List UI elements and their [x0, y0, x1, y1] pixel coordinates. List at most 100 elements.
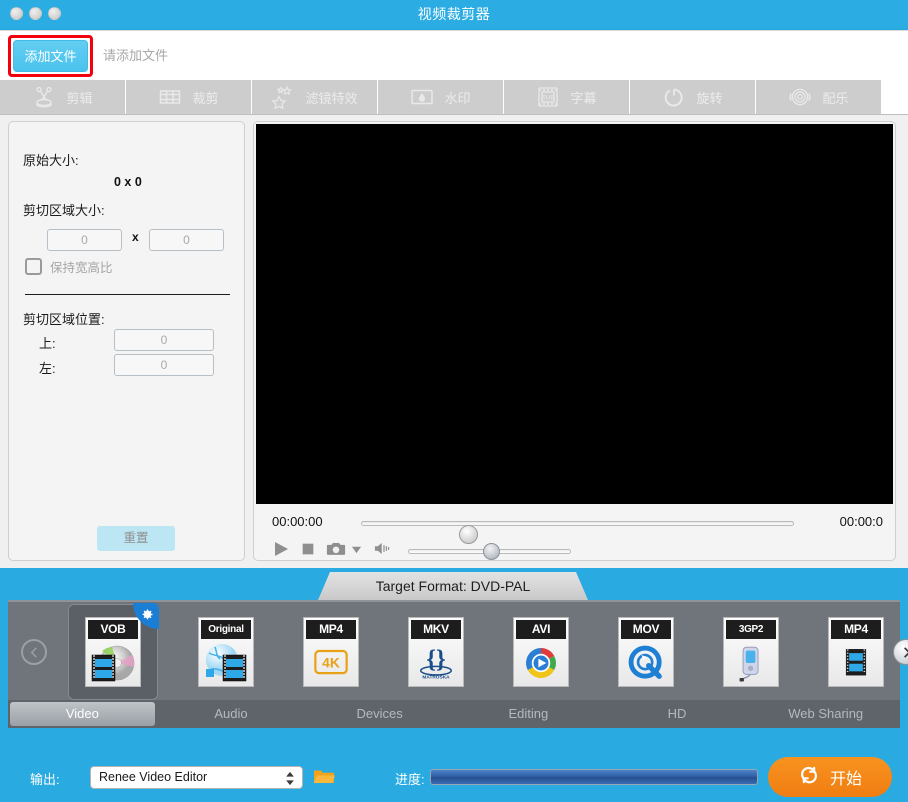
tool-tab-soundtrack[interactable]: 配乐 [756, 80, 882, 114]
format-caption: AVI [516, 620, 566, 639]
format-item-mov[interactable]: MOV [609, 611, 683, 693]
format-caption: 3GP2 [726, 620, 776, 639]
crop-size-label: 剪切区域大小: [23, 203, 105, 218]
format-artwork [829, 640, 883, 686]
panel-divider [25, 294, 230, 295]
seek-slider[interactable] [361, 521, 794, 544]
keep-aspect-ratio-label: 保持宽高比 [50, 261, 113, 275]
keep-aspect-ratio-row[interactable]: 保持宽高比 [25, 257, 113, 276]
play-icon[interactable] [272, 540, 290, 563]
format-item-original[interactable]: Original [189, 611, 263, 693]
category-tab-editing[interactable]: Editing [456, 702, 601, 726]
svg-text:4K: 4K [322, 656, 340, 671]
title-bar: 视频裁剪器 [0, 0, 908, 28]
tool-tab-crop-label: 裁剪 [192, 90, 219, 106]
stop-icon[interactable] [300, 541, 316, 562]
category-tab-web-sharing[interactable]: Web Sharing [753, 702, 898, 726]
add-file-highlight: 添加文件 [8, 35, 93, 77]
format-item-mkv[interactable]: MKV {} MATROSKA [399, 611, 473, 693]
add-file-hint: 请添加文件 [103, 48, 169, 63]
crop-height-input[interactable]: 0 [149, 229, 224, 251]
category-tab-audio[interactable]: Audio [159, 702, 304, 726]
seek-row: 00:00:00 00:00:0 [256, 510, 893, 544]
chevron-right-icon[interactable] [893, 639, 908, 665]
tool-tab-subtitle[interactable]: SUB 字幕 [504, 80, 630, 114]
start-button[interactable]: 开始 [768, 757, 892, 797]
format-item-avi[interactable]: AVI [504, 611, 578, 693]
format-category-tabs: Video Audio Devices Editing HD Web Shari… [8, 700, 900, 728]
format-artwork: 4K [304, 640, 358, 686]
crop-left-label: 左: [39, 361, 56, 376]
category-tab-hd[interactable]: HD [605, 702, 750, 726]
watermark-drop-icon [410, 85, 434, 109]
camera-icon[interactable] [326, 540, 346, 562]
video-display[interactable] [256, 124, 893, 504]
mp4-film-icon: MP4 [828, 617, 884, 687]
folder-icon[interactable] [313, 767, 335, 790]
volume-slider-thumb[interactable] [483, 542, 500, 560]
progress-bar-fill [431, 770, 757, 784]
format-caption: MP4 [306, 620, 356, 639]
crop-size-separator: x [132, 230, 139, 244]
keep-aspect-ratio-checkbox[interactable] [25, 258, 42, 275]
format-item-3gp2[interactable]: 3GP2 [714, 611, 788, 693]
category-tab-devices[interactable]: Devices [307, 702, 452, 726]
tool-tab-watermark[interactable]: 水印 [378, 80, 504, 114]
speaker-icon[interactable] [374, 541, 394, 561]
category-tab-video[interactable]: Video [10, 702, 155, 726]
tool-tab-rotate[interactable]: 旋转 [630, 80, 756, 114]
crop-width-input[interactable]: 0 [47, 229, 122, 251]
format-item-mp4-4k[interactable]: MP4 4K [294, 611, 368, 693]
current-time-label: 00:00:00 [272, 514, 323, 529]
format-artwork [514, 640, 568, 686]
progress-label: 进度: [395, 772, 425, 787]
format-caption: VOB [88, 620, 138, 639]
output-select[interactable]: Renee Video Editor [90, 766, 303, 789]
format-caption: Original [201, 620, 251, 639]
crop-position-label: 剪切区域位置: [23, 312, 105, 327]
subtitle-film-icon: SUB [536, 85, 560, 109]
tool-tab-filter[interactable]: 滤镜特效 [252, 80, 378, 114]
mov-quicktime-icon: MOV [618, 617, 674, 687]
reset-button[interactable]: 重置 [97, 526, 175, 551]
avi-wheel-icon: AVI [513, 617, 569, 687]
format-item-mp4-film[interactable]: MP4 [819, 611, 893, 693]
scissors-icon [32, 85, 56, 109]
crop-top-input[interactable]: 0 [114, 329, 214, 351]
playback-controls [256, 540, 893, 562]
tool-tab-watermark-label: 水印 [444, 90, 471, 106]
crop-settings-panel: 原始大小: 0 x 0 剪切区域大小: 0 x 0 保持宽高比 剪切区域位置: … [8, 121, 245, 561]
original-size-label: 原始大小: [23, 153, 79, 168]
tool-tab-crop[interactable]: 裁剪 [126, 80, 252, 114]
format-carousel: VOB Original MP4 4K MKV {} MATROSKA AVI … [8, 602, 908, 702]
audio-target-icon [788, 85, 812, 109]
tool-tab-clip-label: 剪辑 [66, 90, 93, 106]
vob-disc-icon: VOB [85, 617, 141, 687]
format-caption: MP4 [831, 620, 881, 639]
chevron-left-icon[interactable] [21, 639, 47, 665]
stars-icon [271, 85, 295, 110]
volume-slider[interactable] [408, 542, 571, 560]
target-format-tab[interactable]: Target Format: DVD-PAL [318, 572, 588, 600]
format-caption: MKV [411, 620, 461, 639]
original-globe-icon: Original [198, 617, 254, 687]
format-items: VOB Original MP4 4K MKV {} MATROSKA AVI … [68, 603, 893, 700]
progress-bar [430, 769, 758, 785]
mkv-matroska-icon: MKV {} MATROSKA [408, 617, 464, 687]
tool-tab-clip[interactable]: 剪辑 [0, 80, 126, 114]
svg-text:{}: {} [426, 646, 446, 673]
format-artwork [619, 640, 673, 686]
add-file-button[interactable]: 添加文件 [13, 40, 88, 72]
svg-text:SUB: SUB [542, 95, 555, 102]
total-time-label: 00:00:0 [839, 514, 883, 529]
crop-left-input[interactable]: 0 [114, 354, 214, 376]
tool-tab-rotate-label: 旋转 [696, 90, 723, 106]
format-item-vob[interactable]: VOB [68, 603, 159, 700]
file-bar: 添加文件 请添加文件 [0, 30, 908, 80]
chevron-down-icon[interactable] [351, 542, 362, 560]
crop-top-label: 上: [39, 336, 56, 351]
format-selection-panel: VOB Original MP4 4K MKV {} MATROSKA AVI … [8, 600, 908, 728]
crop-frame-icon [158, 85, 182, 109]
tool-tab-subtitle-label: 字幕 [570, 90, 597, 106]
output-select-value: Renee Video Editor [99, 770, 208, 784]
